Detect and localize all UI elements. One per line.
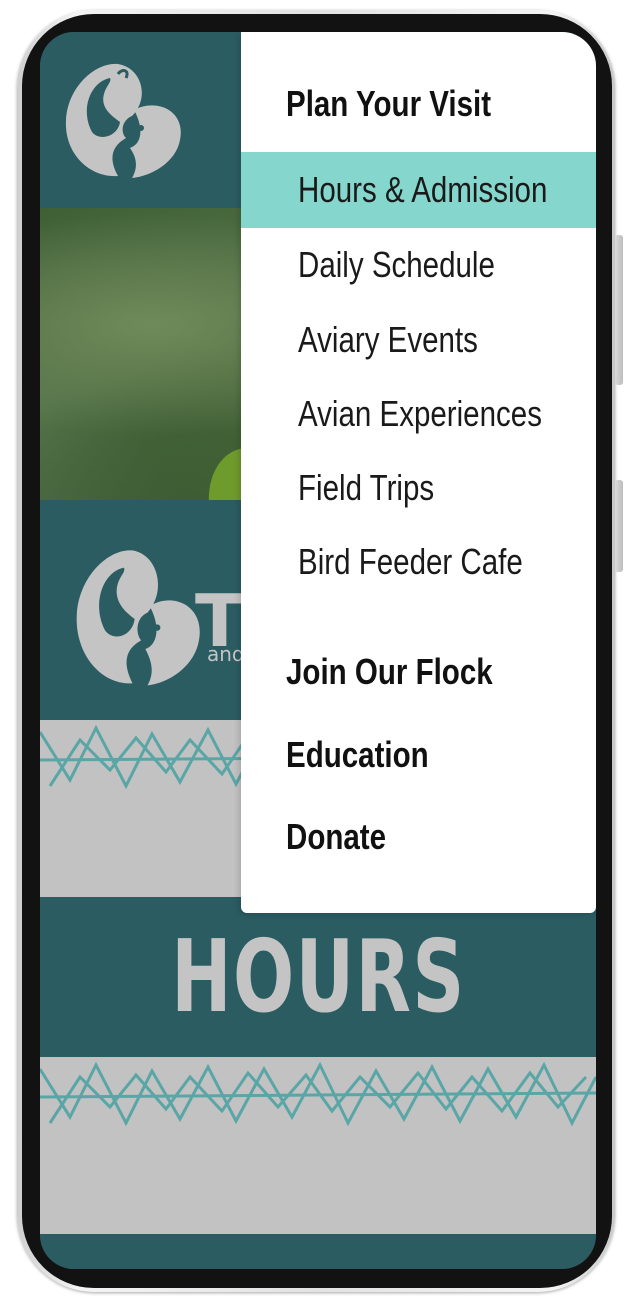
menu-section-donate[interactable]: Donate [286,815,386,859]
nav-dropdown-menu: Plan Your Visit Hours & Admission Daily … [241,32,596,913]
page-title: HOURS [170,918,466,1035]
menu-item-label: Avian Experiences [298,393,542,434]
volume-button [615,235,623,385]
menu-item-label: Aviary Events [298,319,478,360]
brand-subtitle: and [207,642,245,666]
menu-item-label: Daily Schedule [298,244,495,285]
menu-section-join-our-flock[interactable]: Join Our Flock [286,650,493,694]
footer-band [40,1234,596,1269]
menu-item-daily-schedule[interactable]: Daily Schedule [241,227,596,303]
menu-item-aviary-events[interactable]: Aviary Events [241,302,596,378]
menu-item-bird-feeder-cafe[interactable]: Bird Feeder Cafe [241,524,596,600]
hours-banner: HOURS [40,897,596,1057]
brand-logo-icon [76,550,200,686]
gray-band [40,1129,596,1234]
power-button [615,480,623,572]
menu-item-label: Field Trips [298,467,435,508]
menu-item-avian-experiences[interactable]: Avian Experiences [241,376,596,452]
bird-heart-logo-icon[interactable] [60,58,190,188]
decorative-pattern [40,1057,596,1129]
menu-item-field-trips[interactable]: Field Trips [241,450,596,526]
menu-section-plan-your-visit[interactable]: Plan Your Visit [286,82,491,126]
menu-item-label: Hours & Admission [298,169,548,210]
menu-section-education[interactable]: Education [286,733,429,777]
menu-item-hours-admission[interactable]: Hours & Admission [241,152,596,228]
menu-item-label: Bird Feeder Cafe [298,541,523,582]
screen: TR and HOURS Plan Your Visit Hours & Ad [40,32,596,1269]
